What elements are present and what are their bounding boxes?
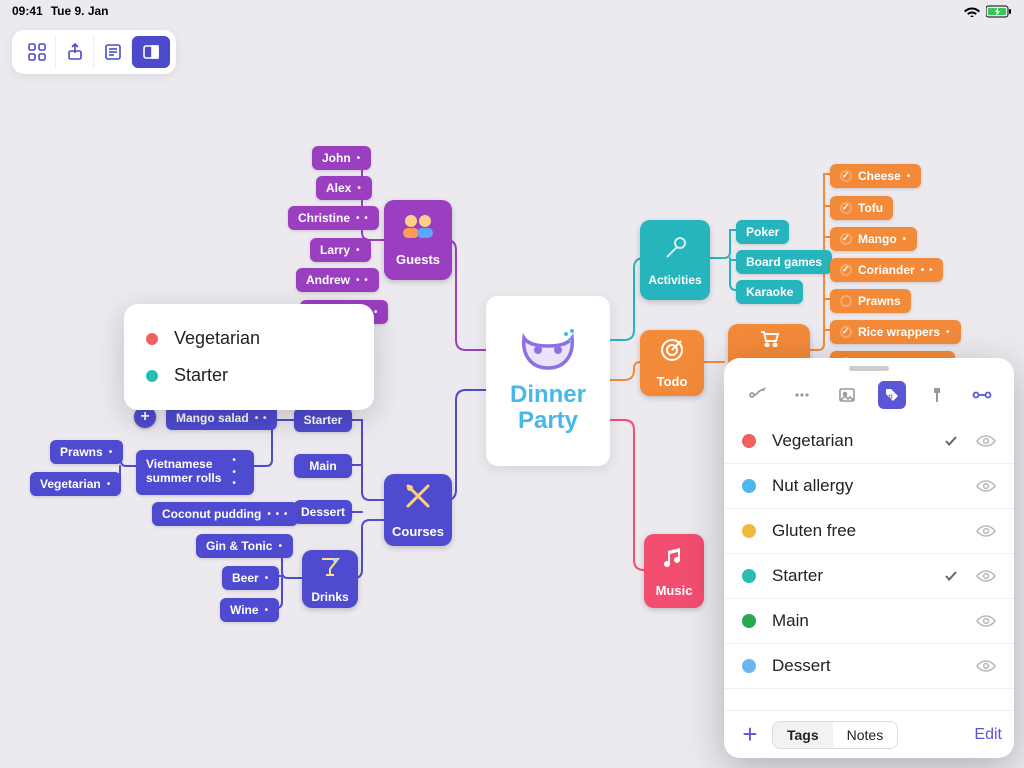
- courses-label: Courses: [392, 524, 444, 539]
- tag-name: Dessert: [772, 656, 928, 676]
- shop-rice[interactable]: Rice wrappers•: [830, 320, 961, 344]
- guests-label: Guests: [396, 252, 440, 267]
- course-dessert[interactable]: Dessert: [294, 500, 352, 524]
- eye-icon[interactable]: [976, 569, 996, 583]
- shop-tofu[interactable]: Tofu: [830, 196, 893, 220]
- add-tag-button[interactable]: +: [736, 719, 764, 750]
- utensils-icon: [403, 481, 433, 518]
- guest-alex[interactable]: Alex•: [316, 176, 372, 200]
- tag-row[interactable]: Vegetarian: [724, 419, 1014, 464]
- seg-tags[interactable]: Tags: [773, 722, 833, 748]
- guest-andrew[interactable]: Andrew• •: [296, 268, 379, 292]
- tag-swatch: [742, 659, 756, 673]
- root-title-1: Dinner: [510, 381, 586, 408]
- drink-wine[interactable]: Wine•: [220, 598, 279, 622]
- tag-swatch: [742, 479, 756, 493]
- item-coconut-pudding[interactable]: Coconut pudding• • •: [152, 502, 298, 526]
- eye-icon[interactable]: [976, 479, 996, 493]
- eye-icon[interactable]: [976, 434, 996, 448]
- tags-panel: # Vegetarian Nut allergy Gluten free Starte…: [724, 358, 1014, 758]
- item-summer-rolls[interactable]: Vietnamese summer rolls• • •: [136, 450, 254, 495]
- image-icon[interactable]: [833, 381, 861, 409]
- branch-guests[interactable]: Guests: [384, 200, 452, 280]
- music-icon: [660, 544, 688, 577]
- eye-icon[interactable]: [976, 614, 996, 628]
- course-drinks[interactable]: Drinks: [302, 550, 358, 608]
- tag-icon[interactable]: #: [878, 381, 906, 409]
- tag-list: Vegetarian Nut allergy Gluten free Starter M…: [724, 419, 1014, 710]
- course-starter[interactable]: Starter: [294, 408, 352, 432]
- svg-text:#: #: [888, 392, 893, 402]
- panel-footer: + Tags Notes Edit: [724, 710, 1014, 758]
- root-node[interactable]: Dinner Party: [486, 296, 610, 466]
- panel-toolbar: #: [724, 375, 1014, 419]
- popover-row[interactable]: Starter: [146, 357, 348, 394]
- tag-name: Main: [772, 611, 928, 631]
- tag-name: Nut allergy: [772, 476, 928, 496]
- eye-icon[interactable]: [976, 524, 996, 538]
- branch-music[interactable]: Music: [644, 534, 704, 608]
- connect-icon[interactable]: [743, 381, 771, 409]
- mask-icon: [518, 328, 578, 372]
- guest-john[interactable]: John•: [312, 146, 371, 170]
- panel-grabber[interactable]: [849, 366, 889, 371]
- cart-icon: [758, 329, 780, 352]
- swatch-starter: [146, 370, 158, 382]
- swatch-vegetarian: [146, 333, 158, 345]
- tag-row[interactable]: Dessert: [724, 644, 1014, 689]
- tag-name: Gluten free: [772, 521, 928, 541]
- tag-name: Vegetarian: [772, 431, 928, 451]
- guest-christine[interactable]: Christine• •: [288, 206, 379, 230]
- shop-mango[interactable]: Mango•: [830, 227, 917, 251]
- more-icon[interactable]: [788, 381, 816, 409]
- branch-activities[interactable]: Activities: [640, 220, 710, 300]
- edit-button[interactable]: Edit: [974, 726, 1002, 744]
- link-icon[interactable]: [968, 381, 996, 409]
- target-icon: [659, 337, 685, 368]
- tag-swatch: [742, 524, 756, 538]
- check-icon: [944, 569, 960, 583]
- course-main[interactable]: Main: [294, 454, 352, 478]
- tag-popover: Vegetarian Starter: [124, 304, 374, 410]
- popover-row[interactable]: Vegetarian: [146, 320, 348, 357]
- drink-gin[interactable]: Gin & Tonic•: [196, 534, 293, 558]
- item-vegetarian-roll[interactable]: Vegetarian•: [30, 472, 121, 496]
- shop-cheese[interactable]: Cheese•: [830, 164, 921, 188]
- tag-row[interactable]: Main: [724, 599, 1014, 644]
- tag-swatch: [742, 434, 756, 448]
- style-icon[interactable]: [923, 381, 951, 409]
- eye-icon[interactable]: [976, 659, 996, 673]
- branch-todo[interactable]: Todo: [640, 330, 704, 396]
- shop-prawns[interactable]: Prawns: [830, 289, 911, 313]
- check-icon: [944, 434, 960, 448]
- item-prawns[interactable]: Prawns•: [50, 440, 123, 464]
- tag-row[interactable]: Nut allergy: [724, 464, 1014, 509]
- guest-larry[interactable]: Larry•: [310, 238, 371, 262]
- people-icon: [399, 213, 437, 246]
- tag-row[interactable]: Starter: [724, 554, 1014, 599]
- tag-swatch: [742, 569, 756, 583]
- act-karaoke[interactable]: Karaoke: [736, 280, 803, 304]
- tag-name: Starter: [772, 566, 928, 586]
- tag-row[interactable]: Gluten free: [724, 509, 1014, 554]
- act-poker[interactable]: Poker: [736, 220, 789, 244]
- branch-courses[interactable]: Courses: [384, 474, 452, 546]
- segmented-control[interactable]: Tags Notes: [772, 721, 898, 749]
- act-boardgames[interactable]: Board games: [736, 250, 832, 274]
- seg-notes[interactable]: Notes: [833, 722, 898, 748]
- drink-beer[interactable]: Beer•: [222, 566, 279, 590]
- tag-swatch: [742, 614, 756, 628]
- root-title-2: Party: [518, 407, 578, 434]
- shop-coriander[interactable]: Coriander• •: [830, 258, 943, 282]
- cocktail-icon: [318, 555, 342, 584]
- mic-icon: [661, 234, 689, 267]
